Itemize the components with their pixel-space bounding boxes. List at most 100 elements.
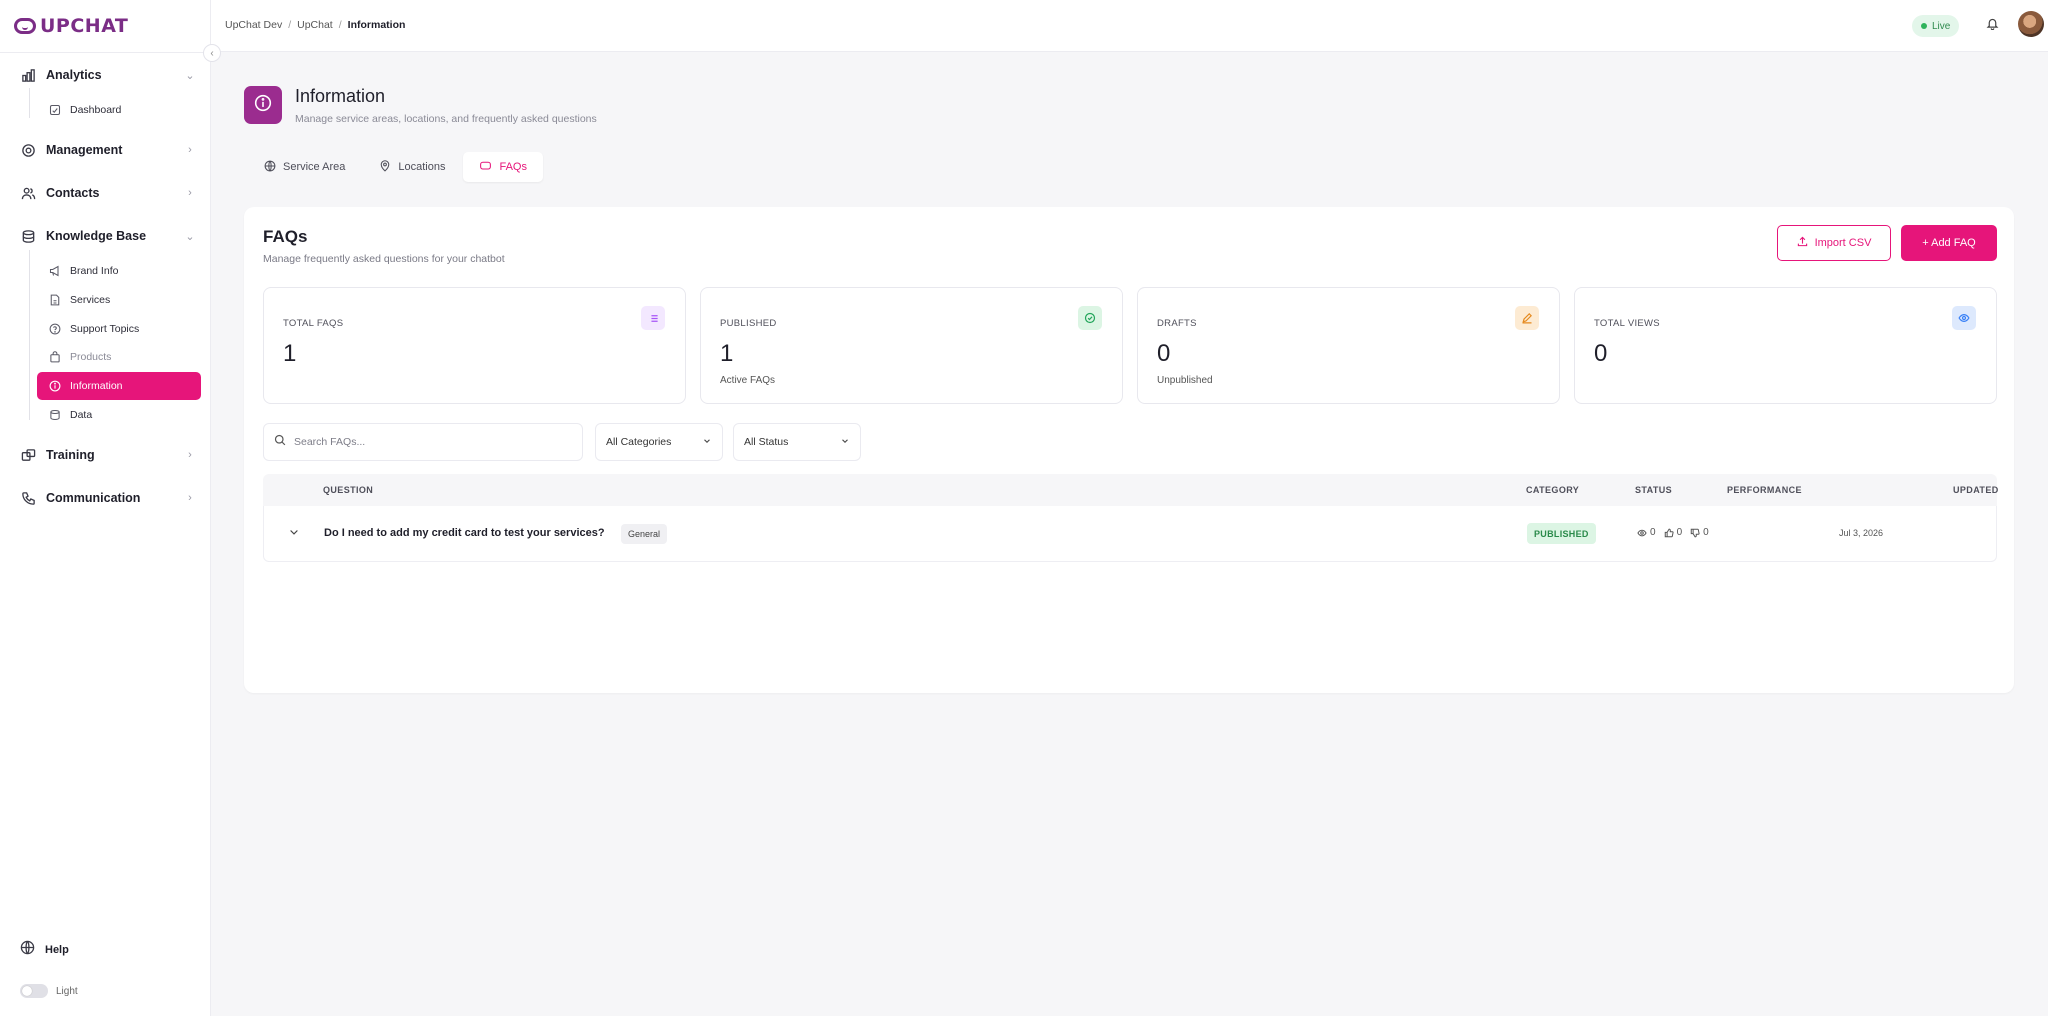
- map-pin-icon: [379, 159, 391, 175]
- status-dot-icon: [1921, 23, 1927, 29]
- updated-date: Jul 3, 2026: [1839, 528, 1884, 538]
- help-link[interactable]: Help: [20, 940, 69, 960]
- globe-icon: [264, 160, 276, 175]
- breadcrumb-current: Information: [347, 19, 406, 31]
- chevron-down-icon: ⌄: [185, 230, 195, 243]
- stat-value: 0: [1157, 340, 1171, 367]
- notifications-button[interactable]: [1982, 16, 2002, 36]
- stat-value: 1: [283, 340, 297, 367]
- help-label: Help: [45, 944, 69, 956]
- collapse-sidebar-button[interactable]: ‹: [203, 44, 221, 62]
- sidebar: UPCHAT Analytics ⌄ Dashboard Management …: [0, 0, 211, 1016]
- search-input[interactable]: [294, 436, 574, 448]
- sidebar-item-services[interactable]: Services: [37, 286, 201, 314]
- sidebar-group-management[interactable]: Management ›: [20, 139, 196, 161]
- performance-stats: 0 0 0: [1637, 527, 1709, 538]
- sidebar-item-brand-info[interactable]: Brand Info: [37, 257, 201, 285]
- sidebar-group-training[interactable]: Training ›: [20, 444, 196, 466]
- category-filter-select[interactable]: All Categories: [595, 423, 723, 461]
- sidebar-item-label: Support Topics: [70, 323, 140, 335]
- sidebar-group-analytics[interactable]: Analytics ⌄: [20, 64, 196, 86]
- chevron-down-icon: [702, 436, 712, 449]
- status-filter-value: All Status: [744, 436, 789, 448]
- tree-line: [29, 88, 30, 118]
- import-csv-button[interactable]: Import CSV: [1777, 225, 1891, 261]
- expand-row-button[interactable]: [288, 526, 300, 541]
- stat-sub: Unpublished: [1157, 375, 1213, 386]
- status-badge: PUBLISHED: [1527, 523, 1596, 544]
- dislikes-stat: 0: [1690, 527, 1709, 538]
- sidebar-group-communication[interactable]: Communication ›: [20, 487, 196, 509]
- breadcrumb-separator: /: [288, 19, 292, 31]
- sidebar-item-products[interactable]: Products: [37, 343, 201, 371]
- search-icon: [274, 433, 286, 451]
- stat-label: TOTAL FAQS: [283, 318, 344, 329]
- dashboard-icon: [48, 104, 61, 117]
- page-title: Information: [295, 86, 386, 106]
- megaphone-icon: [48, 265, 61, 278]
- search-box[interactable]: [263, 423, 583, 461]
- sidebar-group-label: Communication: [46, 491, 141, 505]
- sidebar-group-knowledge-base[interactable]: Knowledge Base ⌄: [20, 225, 196, 247]
- globe-icon: [20, 940, 35, 960]
- logo-mark-icon: [14, 18, 36, 34]
- sidebar-group-label: Contacts: [46, 186, 100, 200]
- column-header-category: CATEGORY: [1526, 485, 1580, 495]
- tab-faqs[interactable]: FAQs: [463, 152, 543, 182]
- toggle-knob: [22, 986, 32, 996]
- chevron-right-icon: ›: [188, 449, 192, 461]
- chevron-right-icon: ›: [188, 492, 192, 504]
- stat-card-total-views: TOTAL VIEWS 0: [1574, 287, 1997, 404]
- tab-service-area[interactable]: Service Area: [248, 152, 361, 182]
- tab-label: Locations: [398, 161, 446, 173]
- breadcrumb-item[interactable]: UpChat Dev: [225, 19, 282, 31]
- likes-stat: 0: [1664, 527, 1683, 538]
- sidebar-group-contacts[interactable]: Contacts ›: [20, 182, 196, 204]
- theme-label: Light: [56, 985, 78, 997]
- table-header: QUESTION CATEGORY STATUS PERFORMANCE UPD…: [263, 474, 1999, 506]
- chevron-down-icon: [840, 436, 850, 449]
- column-header-performance: PERFORMANCE: [1727, 485, 1802, 495]
- logo[interactable]: UPCHAT: [14, 14, 128, 38]
- sidebar-item-data[interactable]: Data: [37, 401, 201, 429]
- sidebar-group-label: Training: [46, 448, 95, 462]
- list-icon: [641, 306, 665, 330]
- tree-line: [29, 250, 30, 420]
- chevron-left-icon: ‹: [210, 47, 214, 59]
- page-subtitle: Manage service areas, locations, and fre…: [295, 113, 597, 125]
- sidebar-item-label: Services: [70, 294, 111, 306]
- table-row[interactable]: Do I need to add my credit card to test …: [263, 506, 1997, 562]
- training-icon: [20, 447, 37, 464]
- breadcrumb-item[interactable]: UpChat: [297, 19, 333, 31]
- avatar[interactable]: [2018, 11, 2044, 37]
- toggle-switch[interactable]: [20, 984, 48, 998]
- sidebar-item-label: Information: [70, 380, 123, 392]
- tab-locations[interactable]: Locations: [363, 152, 461, 182]
- faq-card: FAQs Manage frequently asked questions f…: [244, 207, 2014, 693]
- category-chip: General: [621, 524, 668, 544]
- faq-question: Do I need to add my credit card to test …: [324, 527, 605, 539]
- sidebar-item-label: Data: [70, 409, 93, 421]
- stat-card-published: PUBLISHED 1 Active FAQs: [700, 287, 1123, 404]
- bar-chart-icon: [20, 67, 37, 84]
- bell-icon: [1986, 17, 1999, 35]
- thumbs-down-icon: [1690, 528, 1700, 537]
- add-faq-label: + Add FAQ: [1922, 237, 1976, 249]
- sidebar-item-support-topics[interactable]: Support Topics: [37, 315, 201, 343]
- eye-icon: [1637, 529, 1647, 536]
- upload-icon: [1797, 236, 1808, 250]
- stat-card-drafts: DRAFTS 0 Unpublished: [1137, 287, 1560, 404]
- thumbs-up-icon: [1664, 528, 1674, 537]
- info-icon: [254, 94, 272, 117]
- status-filter-select[interactable]: All Status: [733, 423, 861, 461]
- likes-count: 0: [1676, 527, 1683, 538]
- sidebar-item-information[interactable]: Information: [37, 372, 201, 400]
- stat-sub: Active FAQs: [720, 375, 776, 386]
- add-faq-button[interactable]: + Add FAQ: [1901, 225, 1997, 261]
- sidebar-item-dashboard[interactable]: Dashboard: [37, 96, 201, 124]
- database-icon: [20, 228, 37, 245]
- theme-toggle[interactable]: Light: [20, 984, 78, 998]
- chevron-right-icon: ›: [188, 187, 192, 199]
- users-icon: [20, 185, 37, 202]
- column-header-updated: UPDATED: [1953, 485, 1999, 495]
